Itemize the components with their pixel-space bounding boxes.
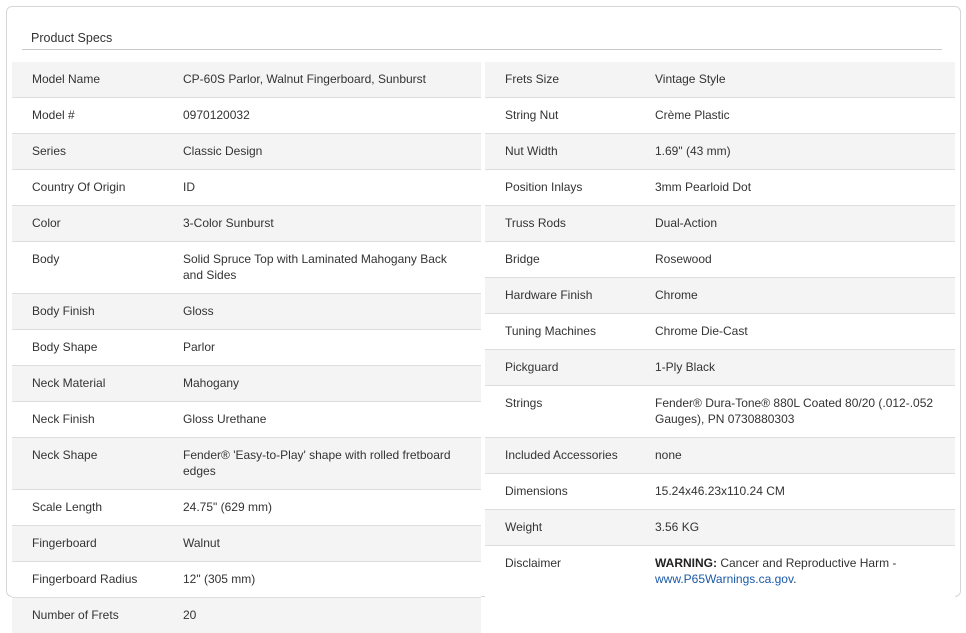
spec-row: Body Finish Gloss [12,294,481,330]
spec-row: Dimensions 15.24x46.23x110.24 CM [485,474,955,510]
spec-row: Included Accessories none [485,438,955,474]
spec-value: 3.56 KG [655,520,700,534]
link-suffix: . [793,572,797,586]
spec-row: Bridge Rosewood [485,242,955,278]
spec-value: Fender® Dura-Tone® 880L Coated 80/20 (.0… [655,396,934,426]
spec-row: Frets Size Vintage Style [485,62,955,98]
spec-label: Strings [505,396,543,410]
spec-value: Walnut [183,536,220,550]
spec-value: ID [183,180,195,194]
spec-value: Chrome [655,288,698,302]
panel-header: Product Specs [22,22,942,50]
spec-row: Model Name CP-60S Parlor, Walnut Fingerbo… [12,62,481,98]
spec-value: Parlor [183,340,216,354]
disclaimer-text: WARNING: Cancer and Reproductive Harm - … [655,546,955,597]
spec-value: Fender® 'Easy-to-Play' shape with rolled… [183,448,451,478]
spec-value: 0970120032 [183,108,250,122]
spec-value: none [655,448,682,462]
spec-value: Mahogany [183,376,240,390]
specs-table-right: Frets Size Vintage Style String Nut Crème … [485,62,955,597]
warning-text: Cancer and Reproductive Harm - [717,556,897,570]
specs-table-left: Model Name CP-60S Parlor, Walnut Fingerbo… [12,62,481,633]
spec-label: Frets Size [505,72,560,86]
spec-row: Color 3-Color Sunburst [12,206,481,242]
spec-label: Body Finish [32,304,95,318]
spec-value: Chrome Die-Cast [655,324,748,338]
spec-value: 3mm Pearloid Dot [655,180,752,194]
spec-label: Pickguard [505,360,559,374]
spec-value: Classic Design [183,144,263,158]
spec-value: 3-Color Sunburst [183,216,274,230]
spec-label: Neck Material [32,376,106,390]
spec-row: Scale Length 24.75" (629 mm) [12,490,481,526]
spec-label: Series [32,144,67,158]
spec-value: Dual-Action [655,216,718,230]
spec-label: Scale Length [32,500,103,514]
spec-row: Hardware Finish Chrome [485,278,955,314]
spec-row: Position Inlays 3mm Pearloid Dot [485,170,955,206]
panel-title: Product Specs [31,31,113,45]
spec-row: Nut Width 1.69" (43 mm) [485,134,955,170]
spec-label: Fingerboard [32,536,97,550]
spec-label: Hardware Finish [505,288,593,302]
spec-label: Number of Frets [32,608,119,622]
spec-label: Nut Width [505,144,558,158]
spec-label: Disclaimer [505,556,562,570]
spec-value: Solid Spruce Top with Laminated Mahogany… [183,252,447,282]
spec-value: Gloss Urethane [183,412,267,426]
disclaimer-row: Disclaimer WARNING: Cancer and Reproduct… [485,546,955,597]
spec-label: Bridge [505,252,540,266]
spec-value: 1-Ply Black [655,360,716,374]
spec-value: 20 [183,608,197,622]
product-specs-panel: Product Specs Model Name CP-60S Parlor, W… [6,6,961,633]
spec-row: Truss Rods Dual-Action [485,206,955,242]
spec-row: Body Shape Parlor [12,330,481,366]
spec-label: Neck Finish [32,412,95,426]
spec-row: Weight 3.56 KG [485,510,955,546]
spec-label: Position Inlays [505,180,583,194]
spec-value: Crème Plastic [655,108,730,122]
spec-row: Strings Fender® Dura-Tone® 880L Coated 80… [485,386,955,438]
spec-label: Model Name [32,72,101,86]
spec-label: Included Accessories [505,448,618,462]
spec-value: CP-60S Parlor, Walnut Fingerboard, Sunbu… [183,72,427,86]
warning-label: WARNING: [655,556,717,570]
spec-label: Body Shape [32,340,98,354]
spec-label: Country Of Origin [32,180,126,194]
spec-label: Truss Rods [505,216,566,230]
spec-label: Color [32,216,61,230]
spec-row: Model # 0970120032 [12,98,481,134]
spec-value: Gloss [183,304,214,318]
spec-row: Fingerboard Radius 12" (305 mm) [12,562,481,598]
p65-warnings-link[interactable]: www.P65Warnings.ca.gov [655,572,793,586]
spec-row: Neck Material Mahogany [12,366,481,402]
spec-label: Dimensions [505,484,568,498]
spec-row: Body Solid Spruce Top with Laminated Maho… [12,242,481,294]
spec-value: 15.24x46.23x110.24 CM [655,484,785,498]
spec-label: Fingerboard Radius [32,572,138,586]
spec-row: Neck Shape Fender® 'Easy-to-Play' shape w… [12,438,481,490]
spec-row: Series Classic Design [12,134,481,170]
spec-row: String Nut Crème Plastic [485,98,955,134]
spec-row: Country Of Origin ID [12,170,481,206]
spec-row: Neck Finish Gloss Urethane [12,402,481,438]
spec-value: Vintage Style [655,72,726,86]
spec-label: Body [32,252,60,266]
spec-row: Number of Frets 20 [12,598,481,633]
spec-value: 12" (305 mm) [183,572,256,586]
spec-row: Pickguard 1-Ply Black [485,350,955,386]
spec-value: 24.75" (629 mm) [183,500,272,514]
spec-label: Model # [32,108,75,122]
spec-label: String Nut [505,108,559,122]
spec-value: 1.69" (43 mm) [655,144,731,158]
spec-row: Fingerboard Walnut [12,526,481,562]
spec-label: Neck Shape [32,448,98,462]
spec-row: Tuning Machines Chrome Die-Cast [485,314,955,350]
spec-label: Weight [505,520,543,534]
spec-label: Tuning Machines [505,324,596,338]
spec-value: Rosewood [655,252,712,266]
